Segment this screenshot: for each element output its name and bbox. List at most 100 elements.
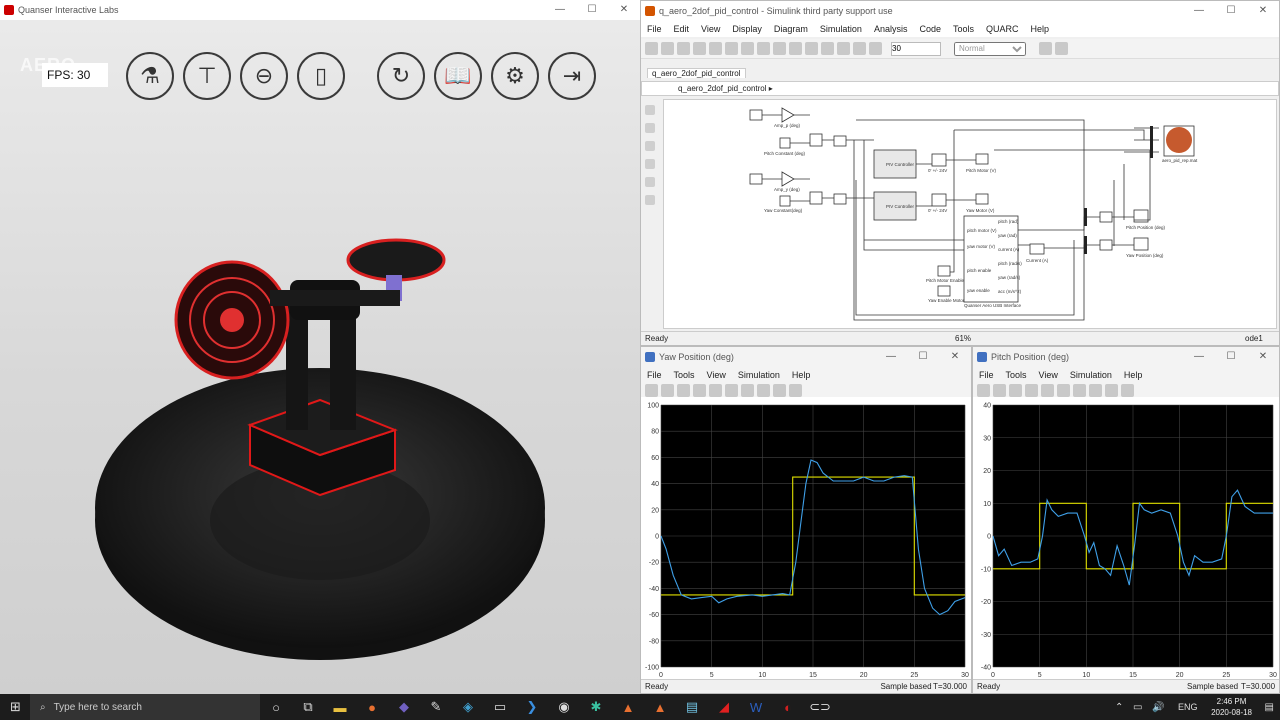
zoom-icon[interactable] — [741, 384, 754, 397]
menu-file[interactable]: File — [641, 370, 668, 380]
word-icon[interactable]: W — [740, 700, 772, 715]
model-tab[interactable]: q_aero_2dof_pid_control — [647, 68, 746, 78]
stop-icon[interactable] — [709, 384, 722, 397]
autoscale-icon[interactable] — [757, 384, 770, 397]
menu-file[interactable]: File — [973, 370, 1000, 380]
slack-icon[interactable]: ✱ — [580, 699, 612, 715]
menu-simulation[interactable]: Simulation — [1064, 370, 1118, 380]
print-icon[interactable] — [693, 42, 706, 55]
tray-arrow-icon[interactable]: ⌃ — [1115, 702, 1123, 713]
menu-view[interactable]: View — [1033, 370, 1064, 380]
config-icon[interactable] — [773, 42, 786, 55]
matlab-icon[interactable]: ▲ — [612, 700, 644, 715]
fit-view-icon[interactable] — [645, 123, 655, 133]
annotation-icon[interactable] — [645, 159, 655, 169]
minimize-button[interactable]: — — [875, 347, 907, 367]
close-button[interactable]: ✕ — [1247, 1, 1279, 21]
step-back-icon[interactable] — [661, 384, 674, 397]
new-model-icon[interactable] — [645, 42, 658, 55]
taskbar-search[interactable]: ⌕ Type here to search — [30, 694, 260, 720]
pitch-plot-area[interactable]: 0 5 10 15 20 25 30 40 30 20 10 0 -10 -20 -30 -40 — [973, 397, 1279, 679]
menu-diagram[interactable]: Diagram — [768, 24, 814, 34]
area-icon[interactable] — [645, 195, 655, 205]
menu-file[interactable]: File — [641, 24, 668, 34]
minimize-button[interactable]: — — [1183, 347, 1215, 367]
qlabs-taskbar-icon[interactable]: ⊂⊃ — [804, 699, 836, 715]
file-explorer-icon[interactable]: ▬ — [324, 700, 356, 715]
notification-icon[interactable]: ▤ — [1265, 702, 1274, 713]
notepad-icon[interactable]: ▤ — [676, 699, 708, 715]
stop-icon[interactable] — [853, 42, 866, 55]
zoom-icon[interactable] — [645, 105, 655, 115]
quanser-taskbar-icon[interactable]: ◐ — [772, 700, 804, 715]
windows-start-icon[interactable]: ⊞ — [10, 699, 21, 715]
build-icon[interactable] — [1055, 42, 1068, 55]
triggers-icon[interactable] — [773, 384, 786, 397]
menu-view[interactable]: View — [701, 370, 732, 380]
acrobat-icon[interactable]: ◢ — [708, 699, 740, 715]
sim-mode-select[interactable]: Normal — [954, 41, 1026, 56]
tools-icon[interactable]: ✎ — [420, 699, 452, 715]
step-forward-icon[interactable] — [1025, 384, 1038, 397]
menu-help[interactable]: Help — [786, 370, 817, 380]
scope-icon[interactable] — [869, 42, 882, 55]
image-icon[interactable] — [645, 177, 655, 187]
open-icon[interactable] — [661, 42, 674, 55]
close-button[interactable]: ✕ — [939, 347, 971, 367]
run-icon[interactable] — [677, 384, 690, 397]
menu-tools[interactable]: Tools — [947, 24, 980, 34]
menu-help[interactable]: Help — [1118, 370, 1149, 380]
maximize-button[interactable]: ☐ — [1215, 1, 1247, 21]
matlab2-icon[interactable]: ▲ — [644, 700, 676, 715]
maximize-button[interactable]: ☐ — [907, 347, 939, 367]
firefox-icon[interactable]: ● — [356, 700, 388, 715]
menu-tools[interactable]: Tools — [668, 370, 701, 380]
task-view-icon[interactable]: ⧉ — [292, 699, 324, 715]
menu-quarc[interactable]: QUARC — [980, 24, 1025, 34]
tray-network-icon[interactable]: ▭ — [1133, 702, 1142, 713]
network-icon[interactable]: ◈ — [452, 699, 484, 715]
terminal-icon[interactable]: ▭ — [484, 699, 516, 715]
minimize-button[interactable]: — — [1183, 1, 1215, 21]
cortana-icon[interactable]: ○ — [260, 700, 292, 715]
up-icon[interactable] — [741, 42, 754, 55]
menu-simulation[interactable]: Simulation — [732, 370, 786, 380]
model-advisor-icon[interactable] — [1039, 42, 1052, 55]
highlight-icon[interactable] — [1057, 384, 1070, 397]
menu-display[interactable]: Display — [726, 24, 768, 34]
step-forward-icon[interactable] — [693, 384, 706, 397]
settings-icon[interactable] — [645, 384, 658, 397]
yaw-plot-area[interactable]: 0 5 10 15 20 25 30 100 80 60 40 20 0 -20 -40 -60 -80 -100 — [641, 397, 971, 679]
stop-time-input[interactable] — [891, 41, 941, 56]
model-canvas[interactable]: Amp_p (deg) Pitch Constant (deg) Amp_y (… — [663, 99, 1277, 329]
step-back-icon[interactable] — [805, 42, 818, 55]
breadcrumb-model[interactable]: q_aero_2dof_pid_control — [678, 84, 767, 93]
back-icon[interactable] — [709, 42, 722, 55]
menu-simulation[interactable]: Simulation — [814, 24, 868, 34]
highlight-icon[interactable] — [725, 384, 738, 397]
save-icon[interactable] — [677, 42, 690, 55]
vscode-icon[interactable]: ❯ — [516, 699, 548, 715]
edit-icon[interactable] — [1121, 384, 1134, 397]
grid-icon[interactable] — [789, 42, 802, 55]
stop-icon[interactable] — [1041, 384, 1054, 397]
menu-analysis[interactable]: Analysis — [868, 24, 914, 34]
run-icon[interactable] — [821, 42, 834, 55]
zoom-icon[interactable] — [1073, 384, 1086, 397]
menu-edit[interactable]: Edit — [668, 24, 696, 34]
tray-language[interactable]: ENG — [1178, 702, 1198, 712]
forward-icon[interactable] — [725, 42, 738, 55]
menu-view[interactable]: View — [695, 24, 726, 34]
arrow-icon[interactable] — [645, 141, 655, 151]
autoscale-icon[interactable] — [1089, 384, 1102, 397]
menu-code[interactable]: Code — [913, 24, 947, 34]
app-icon[interactable]: ◆ — [388, 699, 420, 715]
menu-help[interactable]: Help — [1025, 24, 1056, 34]
close-button[interactable]: ✕ — [1247, 347, 1279, 367]
tray-volume-icon[interactable]: 🔊 — [1152, 702, 1164, 713]
edit-icon[interactable] — [789, 384, 802, 397]
settings-icon[interactable] — [977, 384, 990, 397]
menu-tools[interactable]: Tools — [1000, 370, 1033, 380]
run-icon[interactable] — [1009, 384, 1022, 397]
step-forward-icon[interactable] — [837, 42, 850, 55]
